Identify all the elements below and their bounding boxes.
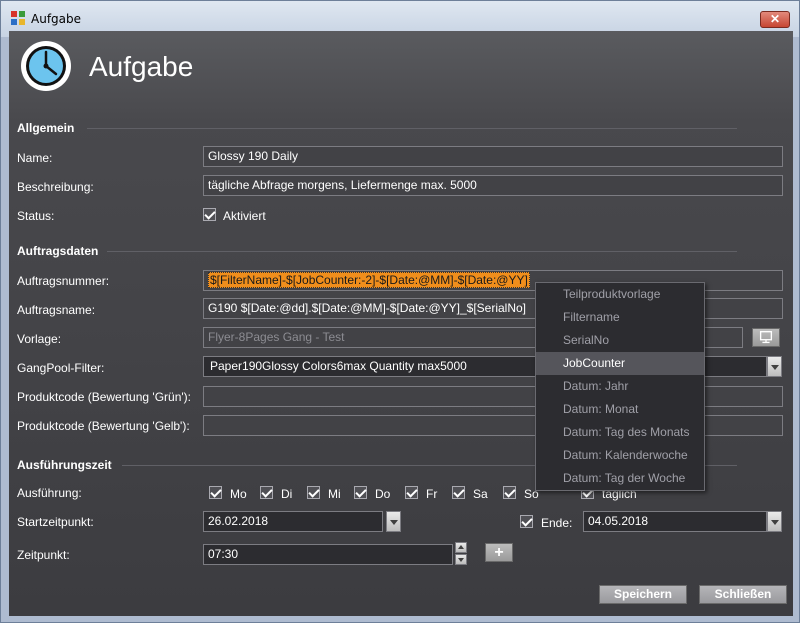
section-job-title: Auftragsdaten [17,244,99,258]
monitor-icon [759,331,773,344]
section-job: Auftragsdaten [17,244,737,258]
start-date-dropdown-button[interactable] [386,511,401,532]
clock-icon [21,41,71,91]
section-general: Allgemein [17,121,737,135]
name-label: Name: [17,151,53,165]
day-label-fr: Fr [426,487,438,501]
day-label-do: Do [375,487,391,501]
day-checkbox-do[interactable] [354,486,367,499]
name-field[interactable]: Glossy 190 Daily [203,146,783,167]
dialog-content: Aufgabe Allgemein Name: Glossy 190 Daily… [9,31,793,616]
app-icon [11,11,25,25]
menu-item-date-year[interactable]: Datum: Jahr [536,375,704,398]
day-label-mi: Mi [328,487,341,501]
placeholder-menu: Teilproduktvorlage Filtername SerialNo J… [535,282,705,491]
job-number-selection: $[FilterName]-$[JobCounter:-2]-$[Date:@M… [208,272,530,288]
time-field[interactable]: 07:30 [203,544,453,565]
section-schedule-title: Ausführungszeit [17,458,112,472]
day-checkbox-so[interactable] [503,486,516,499]
product-green-label: Produktcode (Bewertung 'Grün'): [17,390,191,404]
save-button[interactable]: Speichern [599,585,687,604]
section-general-title: Allgemein [17,121,75,135]
day-checkbox-fr[interactable] [405,486,418,499]
gangpool-label: GangPool-Filter: [17,361,105,375]
end-label: Ende: [541,516,573,530]
job-name-label: Auftragsname: [17,303,96,317]
day-checkbox-mo[interactable] [209,486,222,499]
start-label: Startzeitpunkt: [17,515,94,529]
menu-item-date-day-of-month[interactable]: Datum: Tag des Monats [536,421,704,444]
description-label: Beschreibung: [17,180,94,194]
menu-item-jobcounter[interactable]: JobCounter [536,352,704,375]
job-number-label: Auftragsnummer: [17,274,110,288]
product-yellow-label: Produktcode (Bewertung 'Gelb'): [17,419,190,433]
status-label: Status: [17,209,55,223]
template-label: Vorlage: [17,332,62,346]
close-window-button[interactable]: ✕ [760,11,790,28]
execution-label: Ausführung: [17,486,82,500]
day-checkbox-di[interactable] [260,486,273,499]
description-field[interactable]: tägliche Abfrage morgens, Liefermenge ma… [203,175,783,196]
page-title: Aufgabe [89,51,194,82]
menu-item-serialno[interactable]: SerialNo [536,329,704,352]
section-divider [87,128,737,129]
dialog-window: Aufgabe ✕ Aufgabe Allgemein Name: Glossy… [0,0,800,623]
day-label-di: Di [281,487,293,501]
menu-item-filtername[interactable]: Filtername [536,306,704,329]
menu-item-date-month[interactable]: Datum: Monat [536,398,704,421]
day-checkbox-sa[interactable] [452,486,465,499]
day-checkbox-mi[interactable] [307,486,320,499]
day-label-sa: Sa [473,487,488,501]
gangpool-dropdown-button[interactable] [767,356,782,377]
time-label: Zeitpunkt: [17,548,70,562]
time-spin-up[interactable] [455,542,467,553]
end-date-field[interactable]: 04.05.2018 [583,511,767,532]
start-date-field[interactable]: 26.02.2018 [203,511,383,532]
day-label-mo: Mo [230,487,247,501]
template-browse-button[interactable] [752,328,780,347]
status-checkbox-label: Aktiviert [223,209,266,223]
window-title: Aufgabe [31,12,82,26]
end-date-dropdown-button[interactable] [767,511,782,532]
section-divider [107,251,737,252]
menu-item-teilproduktvorlage[interactable]: Teilproduktvorlage [536,283,704,306]
add-time-button[interactable]: + [485,543,513,562]
end-checkbox[interactable] [520,515,533,528]
menu-item-date-week[interactable]: Datum: Kalenderwoche [536,444,704,467]
close-button[interactable]: Schließen [699,585,787,604]
status-checkbox[interactable] [203,208,216,221]
time-spin-down[interactable] [455,554,467,565]
menu-item-date-weekday[interactable]: Datum: Tag der Woche [536,467,704,490]
